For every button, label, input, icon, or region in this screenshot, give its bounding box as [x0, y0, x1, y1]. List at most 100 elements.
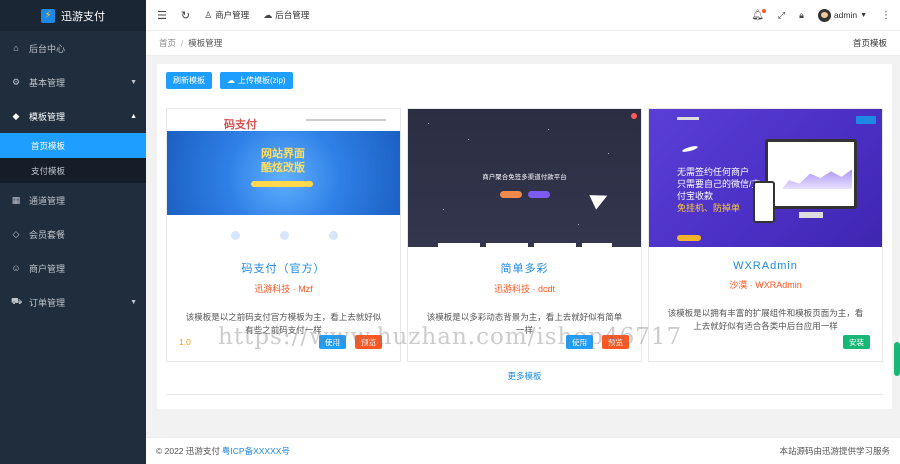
merchant-management-label: 商户管理: [215, 10, 250, 20]
footer-icp-link[interactable]: 粤ICP备XXXXX号: [222, 445, 290, 457]
thumbnail-button: [500, 191, 522, 198]
app-logo[interactable]: ⚡ 迅游支付: [0, 0, 146, 31]
template-thumbnail[interactable]: 无需签约任何商户 只需要自己的微信/支付宝收款 免挂机、防掉单: [649, 109, 882, 247]
menu-toggle-button[interactable]: ☰: [146, 0, 174, 31]
chevron-down-icon: ▼: [860, 11, 867, 19]
lock-button[interactable]: 🔒︎: [792, 0, 811, 31]
backend-management-label: 后台管理: [275, 10, 310, 20]
thumbnail-phone: [753, 181, 775, 223]
sidebar: ⚡ 迅游支付 ⌂ 后台中心 ⚙ 基本管理 ▼ ◆ 模板管理 ▲ 首页模板 支付模…: [0, 0, 146, 464]
template-actions: 安装: [843, 335, 870, 349]
sidebar-item-label: 商户管理: [29, 263, 66, 274]
use-template-button[interactable]: 使用: [566, 335, 593, 349]
template-thumbnail[interactable]: 商户聚合免签多渠道付款平台: [408, 109, 641, 247]
sidebar-item-dashboard[interactable]: ⌂ 后台中心: [0, 31, 146, 65]
star: [468, 139, 469, 140]
bell-icon: 🔔︎: [751, 8, 766, 21]
page-title: 首页模板: [852, 38, 887, 48]
thumbnail-box: [534, 243, 576, 247]
use-template-button[interactable]: 使用: [319, 335, 346, 349]
gear-icon: ⚙: [11, 76, 21, 87]
top-header: ☰ ↻ ♙ 商户管理 ☁ 后台管理 🔔︎ ⤢ 🔒︎ admin ▼ ⋮: [146, 0, 900, 31]
merchant-management-link[interactable]: ♙ 商户管理: [197, 0, 256, 31]
breadcrumb-home[interactable]: 首页: [159, 37, 176, 49]
thumbnail-headline-line3: 免挂机、防掉单: [677, 203, 741, 213]
thumbnail-heading: 商户聚合免签多渠道付款平台: [482, 174, 567, 181]
sidebar-item-label: 订单管理: [29, 297, 66, 308]
menu-icon: ☰: [157, 9, 167, 22]
star: [443, 209, 444, 210]
refresh-icon: ↻: [180, 9, 191, 22]
fullscreen-button[interactable]: ⤢: [771, 0, 792, 31]
refresh-templates-button[interactable]: 刷新模板: [166, 72, 212, 89]
chevron-up-icon: ▲: [130, 112, 137, 120]
upload-template-button[interactable]: ☁ 上传模板(zip): [220, 72, 293, 89]
sidebar-subitem-pay-template[interactable]: 支付模板: [0, 158, 146, 183]
user-icon: ♙: [204, 9, 213, 20]
thumbnail-headline-line2: 只需要自己的微信/支付宝收款: [677, 179, 761, 201]
template-version: 1.0: [179, 337, 191, 347]
template-card-footer: 安装: [661, 335, 870, 349]
more-vertical-icon: ⋮: [881, 9, 891, 21]
sidebar-item-merchants[interactable]: ☺ 商户管理: [0, 251, 146, 285]
template-panel: 刷新模板 ☁ 上传模板(zip) 码支付 网站界面 酷炫改版 码支付（官方） 迅…: [157, 64, 892, 409]
sidebar-item-basic-settings[interactable]: ⚙ 基本管理 ▼: [0, 65, 146, 99]
footer-right-text: 本站源码由迅游提供学习服务: [779, 446, 890, 456]
thumbnail-nav: [306, 119, 386, 121]
star: [428, 123, 429, 124]
sidebar-item-orders[interactable]: ⛟ 订单管理 ▼: [0, 285, 146, 319]
sidebar-subitem-home-template[interactable]: 首页模板: [0, 133, 146, 158]
breadcrumb-current: 模板管理: [188, 38, 223, 48]
template-description: 该模板是以之前码支付官方模板为主，看上去就好似有些之前码支付一样: [185, 312, 382, 335]
feature-icon: [329, 231, 338, 240]
feature-icon: [231, 231, 240, 240]
sidebar-item-channels[interactable]: ▦ 通道管理: [0, 183, 146, 217]
notification-dot: [761, 8, 766, 13]
template-card-footer: 使用 预览: [420, 335, 629, 349]
thumbnail-logo: [677, 117, 699, 120]
thumbnail-cta: [677, 235, 701, 241]
logo-icon: ⚡: [41, 8, 55, 23]
refresh-button[interactable]: ↻: [174, 0, 197, 31]
thumbnail-headline-line2: 酷炫改版: [261, 162, 305, 174]
preview-template-button[interactable]: 预览: [355, 335, 382, 349]
app-name: 迅游支付: [61, 10, 105, 23]
notification-button[interactable]: 🔔︎: [744, 0, 771, 31]
diamond-icon: ◇: [12, 228, 20, 239]
thumbnail-headline: 网站界面 酷炫改版: [247, 147, 319, 175]
template-title: 简单多彩: [500, 263, 549, 275]
home-icon: ⌂: [13, 43, 19, 53]
user-icon: ☺: [11, 263, 21, 273]
thumbnail-pill: [251, 181, 313, 187]
thumbnail-headline-line1: 无需签约任何商户: [677, 167, 750, 177]
backend-management-link[interactable]: ☁ 后台管理: [256, 0, 316, 31]
thumbnail-decoration: [681, 144, 699, 154]
template-thumbnail[interactable]: 码支付 网站界面 酷炫改版: [167, 109, 400, 247]
template-actions: 使用 预览: [319, 335, 382, 349]
thumbnail-headline: 无需签约任何商户 只需要自己的微信/支付宝收款 免挂机、防掉单: [677, 166, 762, 214]
scroll-indicator[interactable]: [894, 342, 900, 376]
preview-template-button[interactable]: 预览: [602, 335, 629, 349]
thumbnail-headline-line1: 网站界面: [261, 148, 305, 160]
sidebar-item-membership[interactable]: ◇ 会员套餐: [0, 217, 146, 251]
sidebar-item-templates[interactable]: ◆ 模板管理 ▲: [0, 99, 146, 133]
sidebar-item-label: 基本管理: [29, 77, 66, 88]
sidebar-item-label: 会员套餐: [29, 229, 66, 240]
template-card-mzf: 码支付 网站界面 酷炫改版 码支付（官方） 迅游科技 · Mzf 该模板是以之前…: [166, 108, 401, 362]
cube-icon: ◆: [12, 110, 20, 121]
sidebar-submenu-templates: 首页模板 支付模板: [0, 133, 146, 183]
thumbnail-box: [438, 243, 480, 247]
feature-icon: [280, 231, 289, 240]
header-right-tools: 🔔︎ ⤢ 🔒︎ admin ▼ ⋮: [744, 0, 900, 31]
grid-icon: ▦: [11, 194, 21, 205]
more-options-button[interactable]: ⋮: [874, 0, 900, 31]
template-title: 码支付（官方）: [241, 263, 326, 275]
more-templates-link[interactable]: 更多模板: [157, 370, 892, 382]
fullscreen-icon: ⤢: [777, 9, 786, 20]
template-author: 迅游科技 · Mzf: [254, 284, 313, 294]
install-template-button[interactable]: 安装: [843, 335, 870, 349]
user-menu[interactable]: admin ▼: [811, 0, 874, 31]
chevron-down-icon: ▼: [130, 298, 137, 306]
breadcrumb-separator: /: [181, 38, 184, 48]
footer: © 2022 迅游支付 粤ICP备XXXXX号 本站源码由迅游提供学习服务: [146, 437, 900, 464]
